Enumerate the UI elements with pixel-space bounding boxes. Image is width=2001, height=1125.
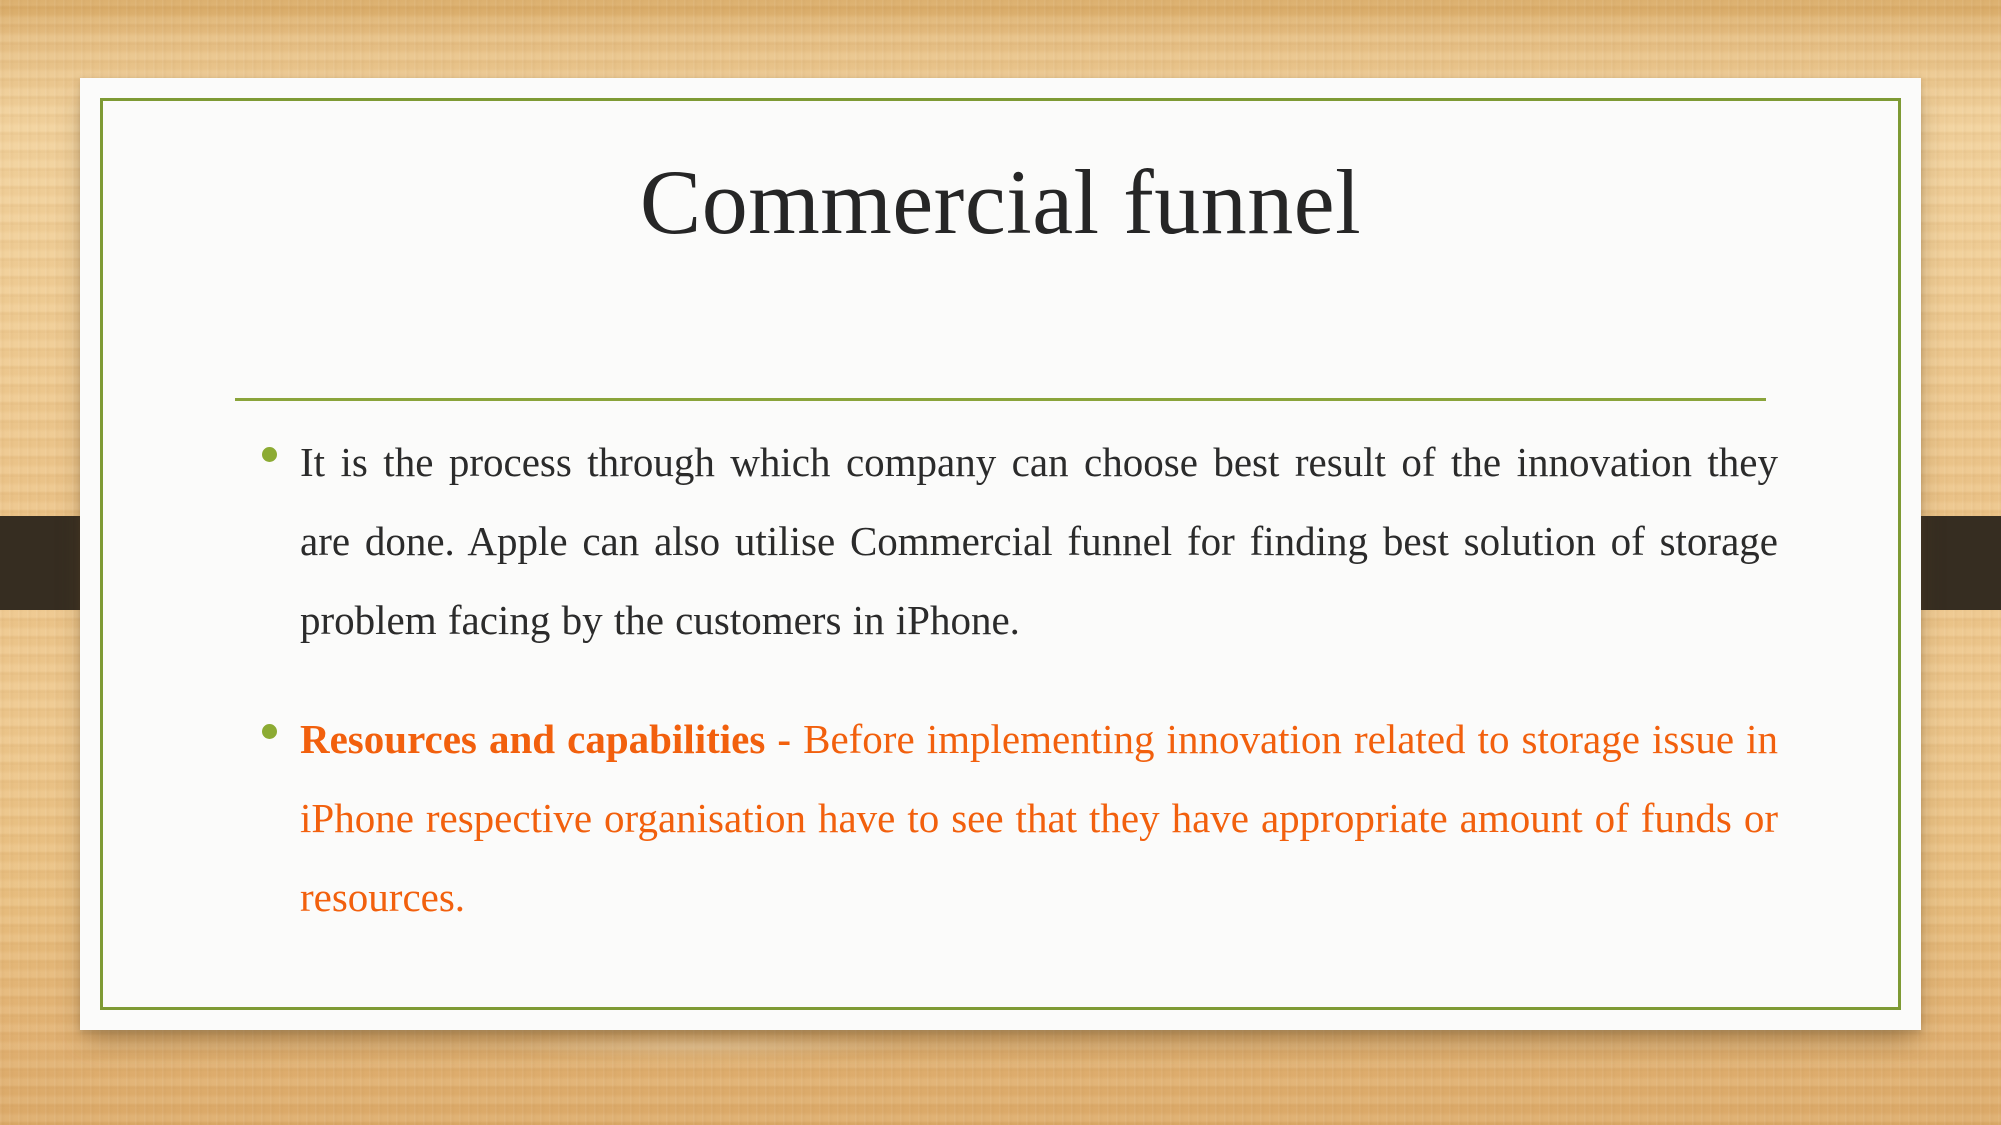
list-item: Resources and capabilities - Before impl… <box>230 700 1778 937</box>
slide-root: Commercial funnel It is the process thro… <box>0 0 2001 1125</box>
list-item-lead: Resources and capabilities - <box>300 716 804 762</box>
title-divider <box>235 398 1766 401</box>
slide-content: Commercial funnel It is the process thro… <box>80 78 1921 1030</box>
page-title: Commercial funnel <box>639 151 1362 253</box>
bullet-dot-icon <box>262 724 277 739</box>
list-item: It is the process through which company … <box>230 423 1778 660</box>
list-item-text: Resources and capabilities - Before impl… <box>300 700 1778 937</box>
list-item-text: It is the process through which company … <box>300 439 1778 643</box>
bullet-list: It is the process through which company … <box>230 423 1778 937</box>
slide-card: Commercial funnel It is the process thro… <box>80 78 1921 1030</box>
body-block: It is the process through which company … <box>230 423 1778 937</box>
bullet-dot-icon <box>262 447 277 462</box>
